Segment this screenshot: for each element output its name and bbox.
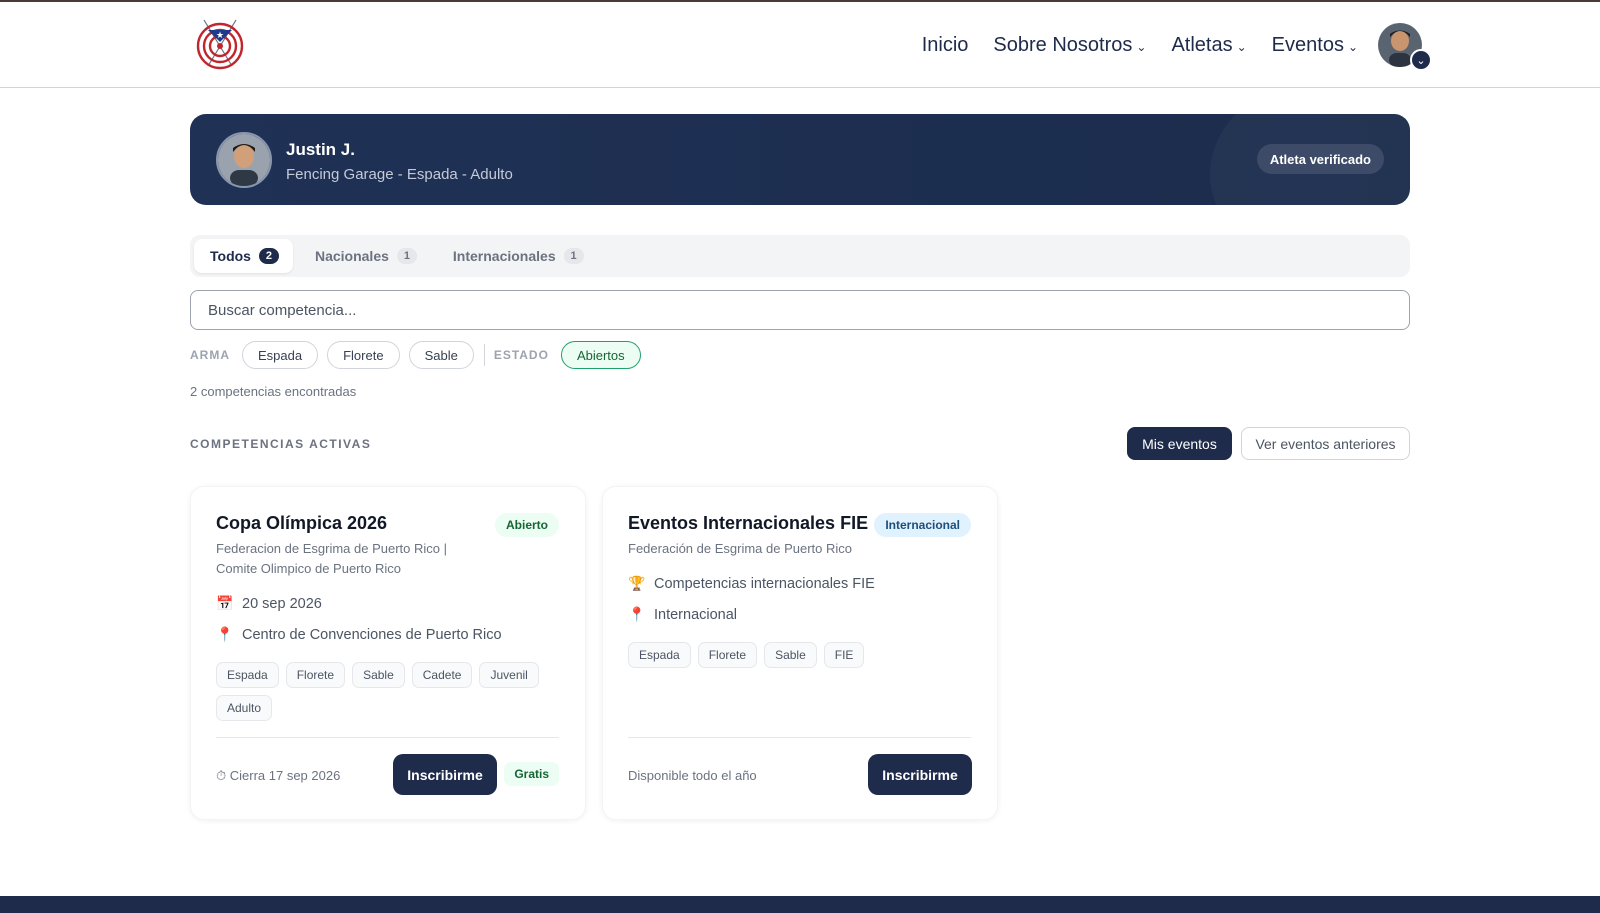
competition-tags: Espada Florete Sable Cadete Juvenil Adul… — [216, 662, 566, 728]
tag: FIE — [823, 642, 865, 668]
past-events-button[interactable]: Ver eventos anteriores — [1241, 427, 1410, 460]
nav-atletas[interactable]: Atletas ⌄ — [1171, 34, 1246, 57]
register-button[interactable]: Inscribirme — [868, 754, 972, 795]
tag: Juvenil — [479, 662, 539, 688]
status-badge: Abierto — [495, 513, 559, 537]
register-button[interactable]: Inscribirme — [393, 754, 497, 795]
athlete-name: Justin J. — [286, 140, 355, 159]
registration-deadline: ⏱ Cierra 17 sep 2026 — [216, 768, 341, 783]
filter-bar: ARMA Espada Florete Sable ESTADO Abierto… — [190, 341, 650, 369]
results-count: 2 competencias encontradas — [190, 384, 357, 399]
competition-organizer: Federacion de Esgrima de Puerto Rico | C… — [216, 541, 447, 576]
competition-title: Eventos Internacionales FIE — [628, 513, 869, 533]
tag: Espada — [628, 642, 691, 668]
tag: Sable — [352, 662, 405, 688]
competition-title: Copa Olímpica 2026 — [216, 513, 388, 533]
competition-card: Eventos Internacionales FIE Internaciona… — [602, 486, 998, 820]
chevron-down-icon: ⌄ — [1136, 39, 1147, 54]
competition-location: 📍 Centro de Convenciones de Puerto Rico — [216, 626, 502, 643]
weapon-filter-label: ARMA — [190, 348, 230, 362]
status-badge: Internacional — [874, 513, 971, 537]
tab-label: Internacionales — [452, 248, 556, 264]
user-menu-avatar[interactable]: ⌄ — [1378, 23, 1432, 71]
trophy-icon: 🏆 — [628, 575, 646, 591]
tag: Espada — [216, 662, 279, 688]
filter-divider — [483, 344, 485, 366]
card-divider — [216, 737, 559, 738]
competition-card: Copa Olímpica 2026 Abierto Federacion de… — [190, 486, 586, 820]
chevron-down-icon: ⌄ — [1347, 39, 1358, 54]
competition-category: 🏆 Competencias internacionales FIE — [628, 575, 875, 592]
tag: Florete — [697, 642, 758, 668]
tab-internacionales[interactable]: Internacionales 1 — [437, 239, 598, 273]
athlete-subtitle: Fencing Garage - Espada - Adulto — [286, 166, 513, 183]
calendar-icon: 📅 — [216, 595, 234, 611]
athlete-profile-banner: Justin J. Fencing Garage - Espada - Adul… — [190, 114, 1410, 205]
chevron-down-icon: ⌄ — [1410, 49, 1432, 71]
site-footer — [0, 896, 1600, 913]
chevron-down-icon: ⌄ — [1236, 39, 1247, 54]
date-text: 20 sep 2026 — [242, 595, 322, 612]
pin-icon: 📍 — [628, 606, 646, 622]
price-badge: Gratis — [504, 762, 559, 786]
filter-chip-florete[interactable]: Florete — [327, 341, 400, 369]
tab-label: Nacionales — [314, 248, 389, 264]
competition-organizer: Federación de Esgrima de Puerto Rico — [628, 541, 853, 556]
tag: Adulto — [216, 695, 273, 721]
athlete-avatar — [216, 132, 272, 188]
nav-eventos[interactable]: Eventos ⌄ — [1272, 34, 1358, 57]
competition-location: 📍 Internacional — [628, 606, 737, 623]
svg-text:★: ★ — [216, 31, 224, 41]
site-header: ★ Inicio Sobre Nosotros ⌄ Atletas ⌄ Evento… — [0, 2, 1600, 88]
tag: Sable — [764, 642, 817, 668]
verified-badge: Atleta verificado — [1256, 144, 1384, 174]
tab-count: 2 — [258, 248, 279, 264]
status-filter-label: ESTADO — [493, 348, 549, 362]
location-text: Internacional — [654, 606, 738, 623]
tab-count: 1 — [396, 248, 417, 264]
filter-chip-abiertos[interactable]: Abiertos — [560, 341, 641, 369]
tag: Cadete — [411, 662, 473, 688]
main-nav: Inicio Sobre Nosotros ⌄ Atletas ⌄ Eventos ⌄… — [897, 2, 1432, 88]
nav-inicio[interactable]: Inicio — [922, 34, 969, 57]
availability-note: Disponible todo el año — [628, 768, 757, 783]
search-input[interactable] — [190, 290, 1410, 330]
competition-date: 📅 20 sep 2026 — [216, 595, 322, 612]
tab-count: 1 — [563, 248, 584, 264]
pin-icon: 📍 — [216, 626, 234, 642]
filter-chip-espada[interactable]: Espada — [242, 341, 319, 369]
tab-label: Todos — [210, 248, 251, 264]
nav-sobre-nosotros[interactable]: Sobre Nosotros ⌄ — [993, 34, 1146, 57]
card-divider — [628, 737, 971, 738]
competition-tags: Espada Florete Sable FIE — [628, 642, 978, 675]
federation-logo[interactable]: ★ — [192, 16, 248, 74]
location-text: Centro de Convenciones de Puerto Rico — [242, 626, 502, 643]
my-events-button[interactable]: Mis eventos — [1127, 427, 1232, 460]
tag: Florete — [285, 662, 346, 688]
section-title: COMPETENCIAS ACTIVAS — [190, 437, 372, 451]
competition-tabs: Todos 2 Nacionales 1 Internacionales 1 — [190, 235, 1410, 277]
category-text: Competencias internacionales FIE — [654, 575, 875, 592]
tab-todos[interactable]: Todos 2 — [194, 239, 293, 273]
tab-nacionales[interactable]: Nacionales 1 — [299, 239, 431, 273]
filter-chip-sable[interactable]: Sable — [408, 341, 474, 369]
